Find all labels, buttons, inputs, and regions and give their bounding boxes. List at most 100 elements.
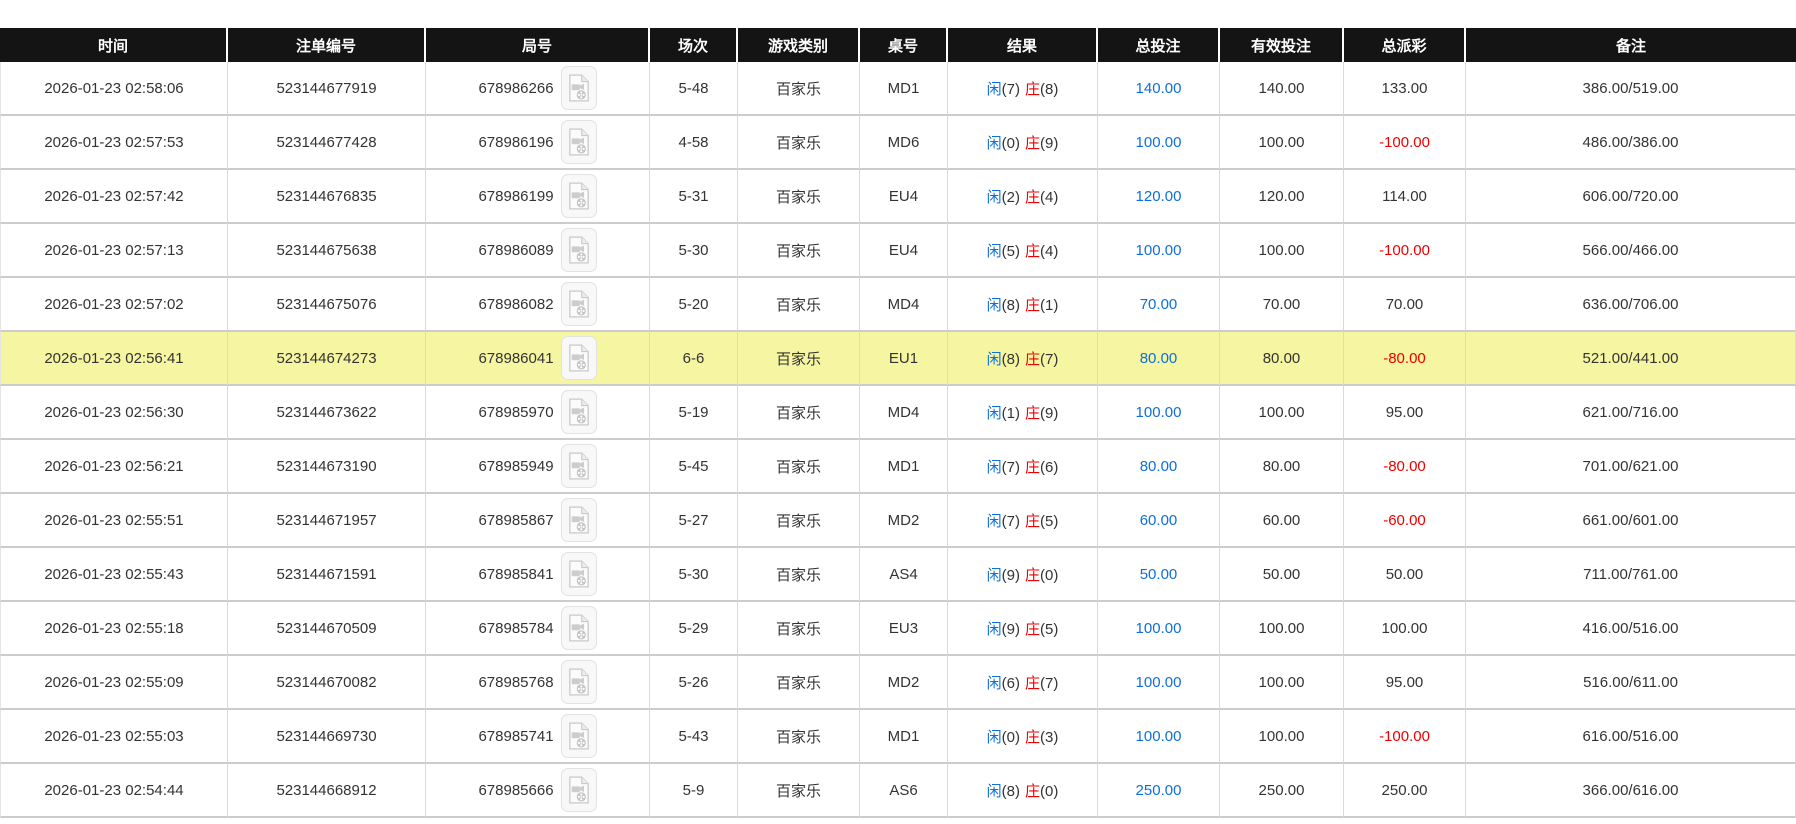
table-row[interactable]: 2026-01-23 02:55:18 523144670509 6789857… — [0, 602, 1796, 656]
video-replay-button[interactable] — [560, 228, 597, 272]
video-replay-button[interactable] — [560, 552, 597, 596]
result-cell: 闲(7) 庄(6) — [948, 440, 1098, 494]
table-row[interactable]: 2026-01-23 02:57:13 523144675638 6789860… — [0, 224, 1796, 278]
banker-result-score: (5) — [1040, 620, 1059, 638]
total-bet-link[interactable]: 100.00 — [1136, 404, 1182, 421]
video-replay-button[interactable] — [560, 174, 597, 218]
remark-cell: 486.00/386.00 — [1466, 116, 1796, 170]
round-number: 678985949 — [478, 457, 554, 475]
session-cell: 4-58 — [650, 116, 738, 170]
table-header-row: 时间 注单编号 局号 场次 游戏类别 桌号 结果 总投注 有效投注 总派彩 备注 — [0, 28, 1796, 62]
video-replay-button[interactable] — [560, 660, 597, 704]
table-row[interactable]: 2026-01-23 02:56:21 523144673190 6789859… — [0, 440, 1796, 494]
video-file-icon — [568, 128, 589, 156]
total-payout-cell: 100.00 — [1344, 602, 1466, 656]
video-replay-button[interactable] — [560, 498, 597, 542]
game-type-cell: 百家乐 — [738, 386, 860, 440]
total-bet-link[interactable]: 50.00 — [1140, 566, 1178, 583]
banker-result-label: 庄 — [1025, 80, 1041, 98]
game-type-cell: 百家乐 — [738, 764, 860, 818]
video-replay-button[interactable] — [560, 120, 597, 164]
header-total-bet: 总投注 — [1098, 28, 1220, 62]
remark-cell: 621.00/716.00 — [1466, 386, 1796, 440]
result-cell: 闲(7) 庄(8) — [948, 62, 1098, 116]
player-result-label: 闲 — [986, 620, 1002, 638]
table-row[interactable]: 2026-01-23 02:57:53 523144677428 6789861… — [0, 116, 1796, 170]
video-replay-button[interactable] — [560, 66, 597, 110]
player-result-label: 闲 — [986, 350, 1002, 368]
video-replay-button[interactable] — [560, 444, 597, 488]
total-bet-link[interactable]: 100.00 — [1136, 134, 1182, 151]
banker-result-label: 庄 — [1025, 242, 1041, 260]
valid-bet-cell: 100.00 — [1220, 224, 1344, 278]
table-row[interactable]: 2026-01-23 02:58:06 523144677919 6789862… — [0, 62, 1796, 116]
total-payout-cell: -100.00 — [1344, 710, 1466, 764]
valid-bet-cell: 60.00 — [1220, 494, 1344, 548]
header-round-number: 局号 — [426, 28, 650, 62]
video-replay-button[interactable] — [560, 336, 597, 380]
round-number: 678985768 — [478, 673, 554, 691]
video-replay-button[interactable] — [560, 714, 597, 758]
table-row[interactable]: 2026-01-23 02:55:03 523144669730 6789857… — [0, 710, 1796, 764]
total-bet-link[interactable]: 80.00 — [1140, 350, 1178, 367]
game-type-cell: 百家乐 — [738, 62, 860, 116]
total-bet-link[interactable]: 100.00 — [1136, 242, 1182, 259]
banker-result-score: (1) — [1040, 296, 1059, 314]
banker-result-score: (6) — [1040, 458, 1059, 476]
player-result-label: 闲 — [986, 566, 1002, 584]
round-number-cell: 678986199 — [426, 170, 650, 224]
player-result-label: 闲 — [986, 242, 1002, 260]
banker-result-score: (0) — [1040, 566, 1059, 584]
table-row[interactable]: 2026-01-23 02:54:44 523144668912 6789856… — [0, 764, 1796, 818]
table-row[interactable]: 2026-01-23 02:57:42 523144676835 6789861… — [0, 170, 1796, 224]
banker-result-label: 庄 — [1025, 134, 1041, 152]
table-row[interactable]: 2026-01-23 02:55:09 523144670082 6789857… — [0, 656, 1796, 710]
table-row[interactable]: 2026-01-23 02:56:41 523144674273 6789860… — [0, 332, 1796, 386]
header-game-type: 游戏类别 — [738, 28, 860, 62]
total-bet-link[interactable]: 100.00 — [1136, 728, 1182, 745]
total-bet-link[interactable]: 120.00 — [1136, 188, 1182, 205]
valid-bet-cell: 50.00 — [1220, 548, 1344, 602]
table-row[interactable]: 2026-01-23 02:55:43 523144671591 6789858… — [0, 548, 1796, 602]
video-file-icon — [568, 668, 589, 696]
video-replay-button[interactable] — [560, 390, 597, 434]
video-file-icon — [568, 344, 589, 372]
table-number-cell: MD4 — [860, 278, 948, 332]
banker-result-label: 庄 — [1025, 674, 1041, 692]
total-bet-cell: 50.00 — [1098, 548, 1220, 602]
total-bet-link[interactable]: 250.00 — [1136, 782, 1182, 799]
time-cell: 2026-01-23 02:57:42 — [0, 170, 228, 224]
banker-result-score: (8) — [1040, 80, 1059, 98]
table-row[interactable]: 2026-01-23 02:57:02 523144675076 6789860… — [0, 278, 1796, 332]
banker-result-label: 庄 — [1025, 782, 1041, 800]
video-replay-button[interactable] — [560, 282, 597, 326]
valid-bet-cell: 100.00 — [1220, 386, 1344, 440]
video-file-icon — [568, 560, 589, 588]
player-result-label: 闲 — [986, 134, 1002, 152]
video-replay-button[interactable] — [560, 606, 597, 650]
total-bet-cell: 100.00 — [1098, 224, 1220, 278]
game-type-cell: 百家乐 — [738, 710, 860, 764]
total-payout-cell: 250.00 — [1344, 764, 1466, 818]
video-file-icon — [568, 74, 589, 102]
banker-result-score: (7) — [1040, 674, 1059, 692]
round-number: 678985970 — [478, 403, 554, 421]
total-bet-link[interactable]: 60.00 — [1140, 512, 1178, 529]
total-bet-link[interactable]: 140.00 — [1136, 80, 1182, 97]
player-result-label: 闲 — [986, 80, 1002, 98]
video-replay-button[interactable] — [560, 768, 597, 812]
banker-result-label: 庄 — [1025, 188, 1041, 206]
total-bet-cell: 100.00 — [1098, 602, 1220, 656]
table-row[interactable]: 2026-01-23 02:56:30 523144673622 6789859… — [0, 386, 1796, 440]
round-number: 678985867 — [478, 511, 554, 529]
bet-records-page: 时间 注单编号 局号 场次 游戏类别 桌号 结果 总投注 有效投注 总派彩 备注… — [0, 0, 1796, 818]
round-number-cell: 678985741 — [426, 710, 650, 764]
bet-number-cell: 523144671591 — [228, 548, 426, 602]
header-valid-bet: 有效投注 — [1220, 28, 1344, 62]
table-row[interactable]: 2026-01-23 02:55:51 523144671957 6789858… — [0, 494, 1796, 548]
total-bet-link[interactable]: 70.00 — [1140, 296, 1178, 313]
total-bet-link[interactable]: 100.00 — [1136, 620, 1182, 637]
total-bet-link[interactable]: 80.00 — [1140, 458, 1178, 475]
valid-bet-cell: 120.00 — [1220, 170, 1344, 224]
total-bet-link[interactable]: 100.00 — [1136, 674, 1182, 691]
